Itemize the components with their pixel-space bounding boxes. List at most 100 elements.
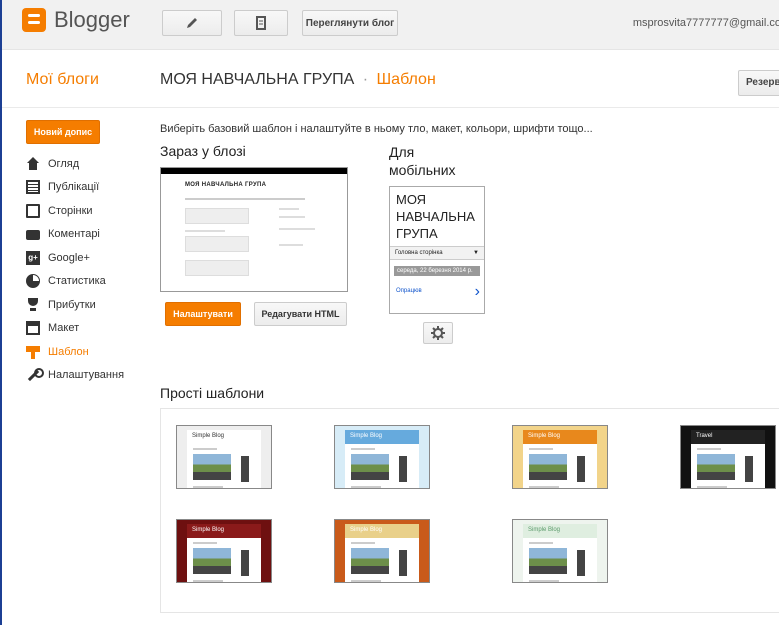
template-thumbnail[interactable]: Travel: [680, 425, 776, 489]
preview-blog-title: МОЯ НАВЧАЛЬНА ГРУПА: [185, 182, 267, 188]
earnings-icon: [26, 297, 40, 312]
preview-line: [185, 230, 225, 232]
template-photo: [193, 454, 231, 480]
my-blogs-link[interactable]: Мої блоги: [26, 71, 99, 89]
template-title: Travel: [691, 430, 765, 444]
new-post-pencil-button[interactable]: [162, 10, 222, 36]
template-photo: [351, 548, 389, 574]
mobile-settings-button[interactable]: [423, 322, 453, 344]
template-line: [351, 486, 381, 488]
sidebar-item-label: Коментарі: [48, 228, 100, 241]
sidebar-item-label: Шаблон: [48, 345, 89, 358]
template-line: [529, 580, 559, 582]
template-line: [529, 486, 559, 488]
template-line: [193, 542, 217, 544]
sidebar-item-posts[interactable]: Публікації: [26, 176, 124, 200]
simple-templates-heading: Прості шаблони: [160, 385, 265, 401]
edit-html-button[interactable]: Редагувати HTML: [254, 302, 347, 326]
sidebar-item-label: Статистика: [48, 275, 106, 288]
sidebar-item-stats[interactable]: Статистика: [26, 270, 124, 294]
sidebar-item-settings[interactable]: Налаштування: [26, 364, 124, 388]
current-template-heading: Зараз у блозі: [160, 143, 246, 159]
template-line: [351, 448, 375, 450]
posts-icon: [26, 180, 40, 195]
mobile-preview-date: середа, 22 березня 2014 р.: [394, 266, 480, 276]
gear-icon: [431, 326, 445, 340]
template-body: [691, 442, 765, 488]
template-thumbnail[interactable]: Simple Blog: [512, 425, 608, 489]
preview-sidebar-line: [279, 208, 299, 210]
blog-name: МОЯ НАВЧАЛЬНА ГРУПА: [160, 71, 355, 88]
template-line: [193, 486, 223, 488]
template-photo: [529, 548, 567, 574]
current-template-preview[interactable]: МОЯ НАВЧАЛЬНА ГРУПА: [160, 167, 348, 292]
template-sidebar: [577, 550, 585, 576]
sidebar-item-pages[interactable]: Сторінки: [26, 199, 124, 223]
pencil-icon: [187, 18, 197, 28]
sidebar-item-label: Публікації: [48, 181, 100, 194]
template-line: [529, 448, 553, 450]
template-body: [345, 536, 419, 582]
template-line: [193, 448, 217, 450]
blogger-logo-icon: [22, 8, 46, 32]
template-thumbnail[interactable]: Simple Blog: [512, 519, 608, 583]
template-line: [529, 542, 553, 544]
template-thumbnail[interactable]: Simple Blog: [334, 519, 430, 583]
template-sidebar: [745, 456, 753, 482]
user-email[interactable]: msprosvita7777777@gmail.co: [633, 17, 779, 29]
page-title: МОЯ НАВЧАЛЬНА ГРУПА · Шаблон: [160, 71, 436, 89]
template-sidebar: [241, 550, 249, 576]
customize-button[interactable]: Налаштувати: [165, 302, 241, 326]
template-icon: [26, 345, 40, 359]
logo-text: Blogger: [54, 7, 130, 32]
preview-sidebar-line: [279, 244, 303, 246]
stats-icon: [26, 274, 40, 289]
posts-icon: [256, 16, 266, 30]
template-photo: [697, 454, 735, 480]
template-photo: [351, 454, 389, 480]
template-title: Simple Blog: [345, 524, 419, 538]
dropdown-arrow-icon: ▼: [473, 250, 479, 256]
sidebar-item-layout[interactable]: Макет: [26, 317, 124, 341]
sidebar-item-overview[interactable]: Огляд: [26, 152, 124, 176]
posts-list-button[interactable]: [234, 10, 288, 36]
chevron-right-icon: ›: [474, 283, 480, 300]
template-title: Simple Blog: [187, 430, 261, 444]
sidebar-item-template[interactable]: Шаблон: [26, 340, 124, 364]
mobile-template-preview[interactable]: МОЯ НАВЧАЛЬНА ГРУПА Головна сторінка ▼ с…: [389, 186, 485, 314]
template-title: Simple Blog: [345, 430, 419, 444]
template-thumbnail[interactable]: Simple Blog: [334, 425, 430, 489]
mobile-preview-home: Головна сторінка ▼: [390, 246, 484, 260]
template-thumbnail[interactable]: Simple Blog: [176, 519, 272, 583]
backup-restore-button[interactable]: Резервн: [738, 70, 779, 96]
sidebar-item-label: Сторінки: [48, 204, 93, 217]
gplus-icon: g+: [26, 250, 40, 265]
template-sidebar: [241, 456, 249, 482]
blogger-logo[interactable]: Blogger: [22, 7, 130, 33]
sidebar-item-comments[interactable]: Коментарі: [26, 223, 124, 247]
simple-templates-panel: Simple Blog Simple Blog Simple Blog Travel S…: [160, 408, 779, 613]
comments-icon: [26, 230, 40, 241]
mobile-home-label: Головна сторінка: [395, 250, 443, 256]
layout-icon: [26, 321, 40, 336]
sidebar-nav: Огляд Публікації Сторінки Коментарі g+ Go…: [26, 152, 124, 387]
template-title: Simple Blog: [523, 430, 597, 444]
sidebar-item-earnings[interactable]: Прибутки: [26, 293, 124, 317]
sidebar-item-label: Налаштування: [48, 369, 125, 382]
template-sidebar: [399, 456, 407, 482]
sidebar-item-label: Прибутки: [48, 298, 96, 311]
pages-icon: [26, 203, 40, 218]
sidebar-item-label: Огляд: [48, 157, 80, 170]
preview-sidebar-line: [279, 228, 315, 230]
top-bar: Blogger Переглянути блог msprosvita77777…: [2, 0, 779, 50]
sidebar-item-gplus[interactable]: g+ Google+: [26, 246, 124, 270]
template-title: Simple Blog: [187, 524, 261, 538]
new-post-button[interactable]: Новий допис: [26, 120, 100, 144]
template-line: [697, 448, 721, 450]
template-line: [351, 580, 381, 582]
mobile-preview-title: МОЯ НАВЧАЛЬНА ГРУПА: [396, 192, 475, 241]
template-thumbnail[interactable]: Simple Blog: [176, 425, 272, 489]
preview-post-block: [185, 236, 249, 252]
view-blog-button[interactable]: Переглянути блог: [302, 10, 398, 36]
template-body: [187, 442, 261, 488]
